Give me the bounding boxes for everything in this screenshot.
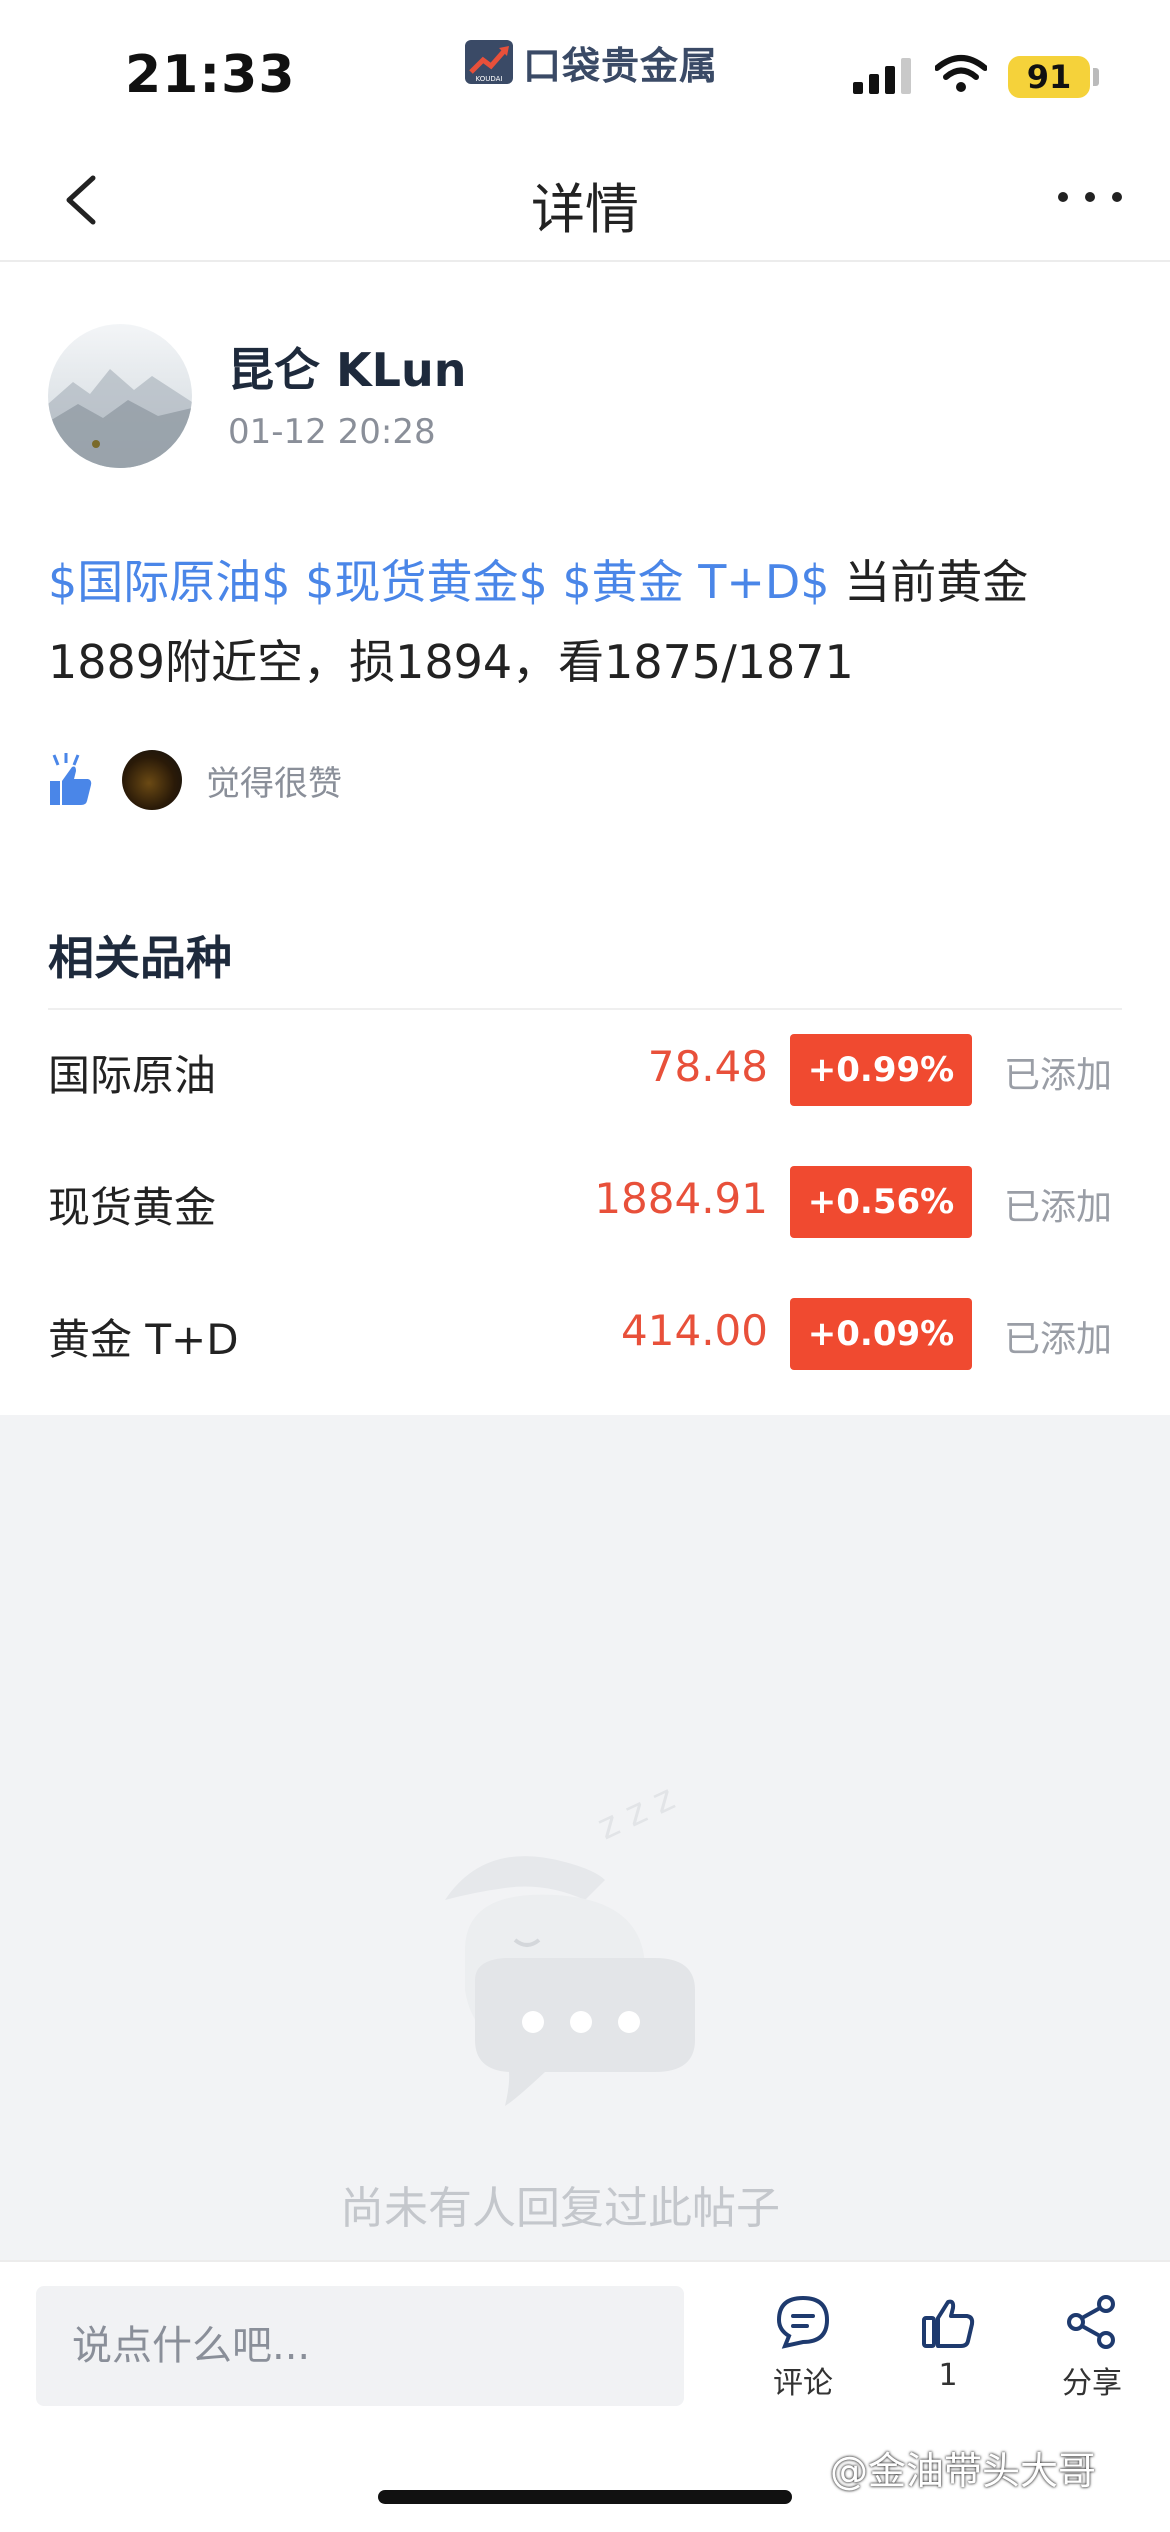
post-timestamp: 01-12 20:28 xyxy=(228,412,436,452)
added-status[interactable]: 已添加 xyxy=(1004,1046,1112,1098)
author-name[interactable]: 昆仑 KLun xyxy=(228,334,466,400)
post-content: $国际原油$ $现货黄金$ $黄金 T+D$ 当前黄金1889附近空，损1894… xyxy=(48,542,1128,702)
watermark: @金油带头大哥 xyxy=(830,2449,1097,2493)
instrument-change-badge: +0.99% xyxy=(790,1034,972,1106)
likes-row[interactable]: 觉得很赞 xyxy=(48,750,342,810)
instrument-price: 414.00 xyxy=(621,1306,768,1355)
nav-bar: 详情 xyxy=(0,140,1170,262)
added-status[interactable]: 已添加 xyxy=(1004,1178,1112,1230)
comment-input[interactable]: 说点什么吧... xyxy=(36,2286,684,2406)
instrument-name: 黄金 T+D xyxy=(48,1315,239,1364)
instrument-name: 国际原油 xyxy=(48,1051,217,1100)
instrument-price: 1884.91 xyxy=(594,1174,768,1223)
thumbs-up-icon xyxy=(50,753,92,805)
instrument-change-badge: +0.56% xyxy=(790,1166,972,1238)
signal-icon xyxy=(853,58,911,94)
home-indicator[interactable] xyxy=(378,2490,792,2504)
app-name: 口袋贵金属 xyxy=(523,43,719,88)
battery-cap xyxy=(1093,68,1099,86)
author-avatar[interactable] xyxy=(48,324,192,468)
tag-link[interactable]: $黄金 T+D$ xyxy=(562,555,829,609)
status-time: 21:33 xyxy=(125,45,296,105)
status-bar: 21:33 KOUDAI 口袋贵金属 91 xyxy=(0,0,1170,140)
battery-icon: 91 xyxy=(1008,56,1090,98)
empty-state-text: 尚未有人回复过此帖子 xyxy=(340,2183,780,2234)
tag-link[interactable]: $国际原油$ xyxy=(48,555,291,609)
tag-link[interactable]: $现货黄金$ xyxy=(305,555,548,609)
instrument-row[interactable]: 现货黄金 1884.91 +0.56% 已添加 xyxy=(0,1152,1170,1252)
like-count: 1 xyxy=(938,2358,958,2393)
share-label: 分享 xyxy=(1062,2366,1122,2401)
liker-avatar[interactable] xyxy=(122,750,182,810)
instrument-change-badge: +0.09% xyxy=(790,1298,972,1370)
app-brand: KOUDAI 口袋贵金属 xyxy=(465,38,718,88)
instrument-price: 78.48 xyxy=(647,1042,768,1091)
related-section-title: 相关品种 xyxy=(48,931,232,985)
post-card: 昆仑 KLun 01-12 20:28 $国际原油$ $现货黄金$ $黄金 T+… xyxy=(0,262,1170,1415)
instrument-name: 现货黄金 xyxy=(48,1183,217,1232)
comment-label: 评论 xyxy=(773,2366,833,2401)
comment-icon xyxy=(776,2295,830,2349)
divider xyxy=(48,1008,1122,1010)
page-title: 详情 xyxy=(531,178,639,241)
instrument-row[interactable]: 黄金 T+D 414.00 +0.09% 已添加 xyxy=(0,1284,1170,1384)
likes-text: 觉得很赞 xyxy=(206,763,342,804)
sleeping-chat-bubble-icon: z z z xyxy=(445,1777,695,2106)
thumbs-up-outline-icon xyxy=(922,2299,975,2348)
wifi-icon xyxy=(935,55,987,92)
share-button[interactable]: 分享 xyxy=(1032,2294,1152,2402)
instrument-row[interactable]: 国际原油 78.48 +0.99% 已添加 xyxy=(0,1020,1170,1120)
app-logo-icon: KOUDAI xyxy=(465,40,513,84)
svg-text:KOUDAI: KOUDAI xyxy=(476,75,503,83)
added-status[interactable]: 已添加 xyxy=(1004,1310,1112,1362)
svg-text:z z z: z z z xyxy=(591,1777,680,1848)
comment-button[interactable]: 评论 xyxy=(743,2294,863,2402)
more-dots-icon[interactable] xyxy=(1055,182,1125,212)
share-icon xyxy=(1067,2295,1115,2349)
like-button[interactable]: 1 xyxy=(888,2294,1008,2393)
